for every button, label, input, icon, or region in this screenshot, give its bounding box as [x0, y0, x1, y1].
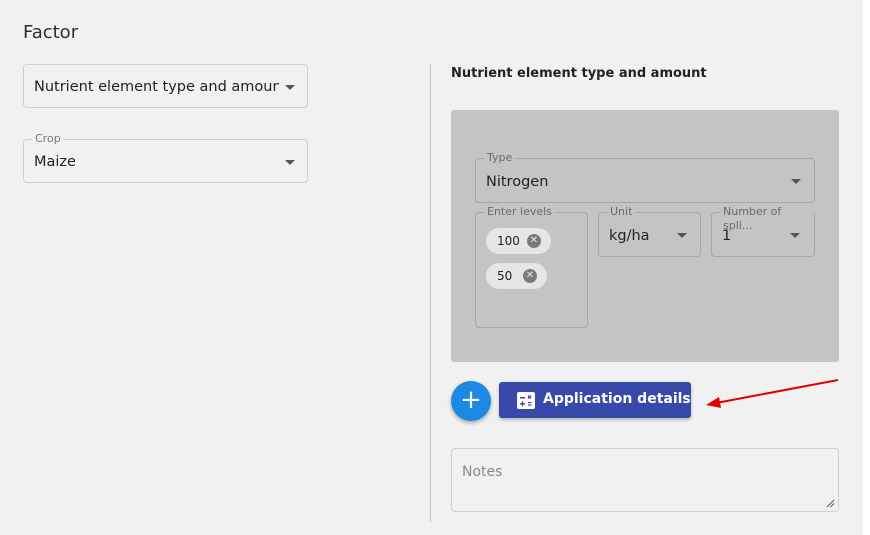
chevron-down-icon [285, 85, 295, 90]
splits-select-label: Number of spli... [720, 205, 814, 233]
unit-select-label: Unit [607, 205, 636, 219]
chevron-down-icon [790, 233, 800, 238]
add-button[interactable]: + [451, 381, 491, 421]
chevron-down-icon [285, 160, 295, 165]
factor-panel: Factor Nutrient element type and amoun C… [0, 0, 863, 535]
factor-select[interactable]: Nutrient element type and amoun [23, 64, 308, 108]
type-select-value: Nitrogen [486, 174, 549, 190]
crop-select[interactable]: Crop Maize [23, 132, 308, 183]
notes-placeholder: Notes [462, 464, 503, 480]
level-chip: 100 ✕ [486, 228, 551, 254]
levels-input-label: Enter levels [484, 205, 555, 219]
notes-textarea[interactable]: Notes [451, 448, 839, 512]
remove-chip-icon[interactable]: ✕ [527, 234, 541, 248]
factor-select-value: Nutrient element type and amoun [34, 79, 279, 95]
splits-select[interactable]: Number of spli... 1 [711, 205, 815, 257]
pointer-arrow [706, 379, 839, 408]
levels-input[interactable]: Enter levels 100 ✕ 50 ✕ [475, 205, 588, 328]
unit-select[interactable]: Unit kg/ha [598, 205, 701, 257]
crop-select-value: Maize [34, 154, 76, 170]
page-title: Factor [23, 22, 79, 43]
application-details-label: Application details [543, 391, 691, 407]
unit-select-value: kg/ha [609, 228, 650, 244]
nutrient-form-overlay: Type Nitrogen Enter levels 100 ✕ 50 ✕ Un… [451, 110, 839, 362]
detail-heading: Nutrient element type and amount [451, 66, 707, 81]
chevron-down-icon [677, 233, 687, 238]
calculator-icon-glyph [520, 395, 532, 407]
chevron-down-icon [791, 179, 801, 184]
resize-handle-icon[interactable] [826, 499, 835, 508]
vertical-divider [430, 64, 431, 522]
level-chip-label: 100 [497, 234, 520, 248]
level-chip: 50 ✕ [486, 263, 547, 289]
remove-chip-icon[interactable]: ✕ [523, 269, 537, 283]
application-details-button[interactable]: Application details [499, 382, 691, 418]
plus-icon: + [460, 385, 482, 415]
type-select-label: Type [484, 151, 516, 165]
level-chip-label: 50 [497, 269, 513, 283]
type-select[interactable]: Type Nitrogen [475, 151, 815, 203]
crop-select-label: Crop [32, 132, 64, 146]
calculator-icon [517, 392, 535, 409]
splits-select-value: 1 [722, 228, 732, 244]
